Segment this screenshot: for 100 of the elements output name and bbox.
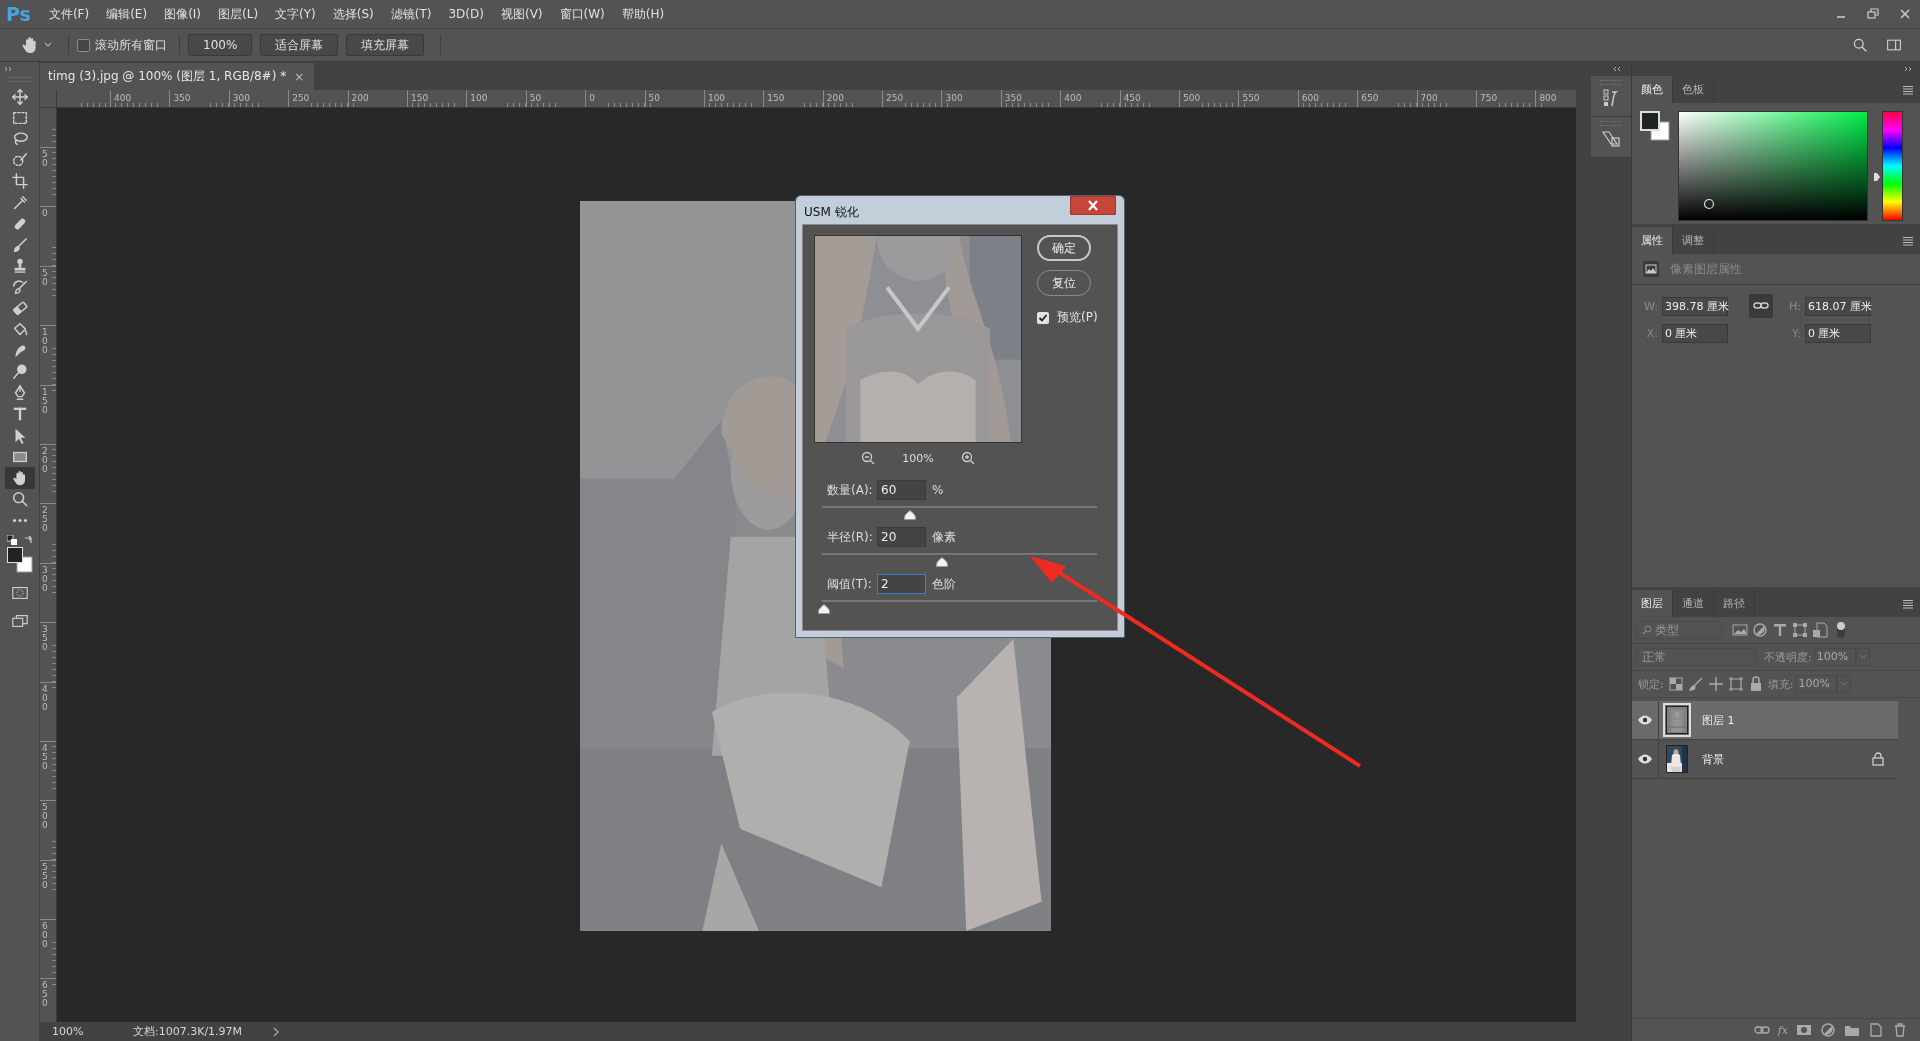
ruler-label: 250 bbox=[42, 506, 48, 534]
field-label: 填充: bbox=[1767, 676, 1794, 692]
effects-button[interactable]: fx bbox=[1777, 1023, 1788, 1037]
ruler-label: 350 bbox=[42, 625, 48, 653]
zoom-icon bbox=[10, 490, 29, 509]
dialog-button[interactable]: 复位 bbox=[1037, 270, 1091, 296]
ruler-label: 450 bbox=[1123, 93, 1141, 103]
ruler-label: 500 bbox=[42, 803, 48, 831]
ruler-label: 150 bbox=[410, 93, 429, 103]
ruler-label: 500 bbox=[1183, 93, 1201, 103]
type-filter-icon[interactable] bbox=[1771, 621, 1789, 639]
panel-menu-icon[interactable] bbox=[1902, 84, 1914, 95]
brush-icon[interactable] bbox=[1686, 675, 1705, 693]
ruler-label: 50 bbox=[42, 268, 48, 287]
hue-spectrum[interactable] bbox=[1882, 111, 1903, 221]
chevron-right-icon[interactable] bbox=[273, 1026, 279, 1037]
input-field[interactable]: 398.78 厘米 bbox=[1662, 296, 1728, 316]
input-field[interactable]: 618.07 厘米 bbox=[1805, 296, 1871, 316]
panel-menu-icon[interactable] bbox=[1902, 598, 1914, 609]
smart-object-filter-icon[interactable] bbox=[1811, 621, 1829, 639]
artboard-icon[interactable] bbox=[1726, 675, 1745, 693]
menu-item[interactable]: 滤镜(T) bbox=[390, 5, 432, 23]
input-field[interactable]: 0 厘米 bbox=[1805, 324, 1871, 343]
layer-row[interactable]: 背景 bbox=[1632, 740, 1898, 779]
menu-item[interactable]: 选择(S) bbox=[332, 5, 374, 23]
menu-item[interactable]: 视图(V) bbox=[500, 5, 543, 23]
eye-icon[interactable] bbox=[1637, 714, 1653, 726]
mask-icon[interactable] bbox=[1796, 1022, 1812, 1038]
panel-tab[interactable]: 颜色 bbox=[1632, 76, 1673, 103]
layer-name: 背景 bbox=[1702, 751, 1724, 767]
restore-icon[interactable] bbox=[1866, 7, 1880, 21]
new-layer-icon[interactable] bbox=[1868, 1022, 1884, 1038]
menu-item[interactable]: 编辑(E) bbox=[106, 5, 148, 23]
menu-item[interactable]: 3D(D) bbox=[448, 7, 484, 21]
ruler-label: 300 bbox=[232, 93, 250, 103]
ruler-label: 100 bbox=[470, 93, 488, 103]
panel-tab[interactable]: 调整 bbox=[1673, 227, 1714, 254]
tool-button[interactable] bbox=[4, 467, 35, 489]
input-field[interactable]: 0 厘米 bbox=[1662, 324, 1728, 343]
color-swatches-icon[interactable] bbox=[6, 546, 33, 573]
adjustment-icon[interactable] bbox=[1820, 1022, 1836, 1038]
panel-tab[interactable]: 属性 bbox=[1632, 227, 1673, 254]
ruler-label: 700 bbox=[1420, 93, 1438, 103]
close-button[interactable] bbox=[1070, 196, 1116, 215]
toolbar-button[interactable]: 适合屏幕 bbox=[260, 34, 339, 56]
checkbox[interactable] bbox=[77, 38, 90, 52]
workspace-icon[interactable] bbox=[1886, 37, 1902, 53]
ruler-label: 600 bbox=[42, 922, 48, 950]
adjustment-filter-icon[interactable] bbox=[1751, 621, 1769, 639]
history-icon[interactable] bbox=[1601, 88, 1621, 108]
fill-field[interactable]: 100% bbox=[1795, 675, 1838, 693]
panel-tab[interactable]: 通道 bbox=[1673, 590, 1714, 617]
collapse-icon[interactable] bbox=[4, 66, 14, 72]
color-field[interactable] bbox=[1678, 111, 1868, 221]
default-colors-icon[interactable] bbox=[6, 534, 17, 545]
ruler-label: 50 bbox=[529, 93, 542, 103]
color-swatches-icon[interactable] bbox=[1640, 111, 1670, 141]
lock-transparency-icon[interactable] bbox=[1666, 675, 1685, 693]
shape-filter-icon[interactable] bbox=[1791, 621, 1809, 639]
filter-toggle-icon[interactable] bbox=[1836, 621, 1846, 639]
ruler-label: 600 bbox=[1301, 93, 1319, 103]
menu-item[interactable]: 帮助(H) bbox=[621, 5, 665, 23]
eye-icon[interactable] bbox=[1637, 753, 1653, 765]
caret-icon[interactable] bbox=[44, 41, 52, 49]
checkbox-label: 滚动所有窗口 bbox=[95, 36, 167, 54]
panel-menu-icon[interactable] bbox=[1902, 235, 1914, 246]
expand-icon[interactable] bbox=[1904, 66, 1914, 72]
close-icon[interactable] bbox=[1898, 7, 1912, 21]
toolbar-button[interactable]: 填充屏幕 bbox=[346, 34, 425, 56]
menu-item[interactable]: 文字(Y) bbox=[275, 5, 316, 23]
panel-tab[interactable]: 路径 bbox=[1714, 590, 1755, 617]
dodge-icon bbox=[10, 363, 29, 382]
properties-icon[interactable] bbox=[1601, 129, 1621, 149]
menu-item[interactable]: 窗口(W) bbox=[559, 5, 605, 23]
document-info: 文档:1007.3K/1.97M bbox=[133, 1024, 243, 1039]
search-icon[interactable] bbox=[1852, 37, 1868, 53]
ruler-label: 300 bbox=[945, 93, 963, 103]
menu-item[interactable]: 文件(F) bbox=[48, 5, 90, 23]
trash-icon[interactable] bbox=[1892, 1022, 1908, 1038]
ruler-label: 350 bbox=[173, 93, 191, 103]
panel-tab[interactable]: 图层 bbox=[1632, 590, 1673, 617]
swap-colors-icon[interactable] bbox=[22, 534, 33, 545]
ruler-label: 150 bbox=[42, 387, 48, 415]
document-tab[interactable]: timg (3).jpg @ 100% (图层 1, RGB/8#) * × bbox=[40, 63, 315, 90]
tab-close-button[interactable]: × bbox=[294, 69, 305, 84]
dialog-button[interactable]: 确定 bbox=[1037, 235, 1091, 261]
eraser-icon bbox=[10, 299, 29, 318]
layer-row[interactable]: 图层 1 bbox=[1632, 701, 1898, 740]
link-icon[interactable] bbox=[1749, 294, 1773, 318]
hue-pointer-icon[interactable] bbox=[1874, 173, 1880, 181]
panel-tab[interactable]: 色板 bbox=[1673, 76, 1714, 103]
menu-item[interactable]: 图像(I) bbox=[164, 5, 202, 23]
history-brush-icon bbox=[10, 278, 29, 297]
toolbar-button[interactable]: 100% bbox=[188, 34, 253, 56]
color-picker-marker-icon bbox=[1703, 198, 1715, 210]
opacity-field[interactable]: 100% bbox=[1813, 648, 1856, 666]
collapse-icon[interactable] bbox=[1611, 66, 1621, 72]
image-filter-icon[interactable] bbox=[1731, 621, 1749, 639]
menu-item[interactable]: 图层(L) bbox=[218, 5, 259, 23]
move-icon[interactable] bbox=[1706, 675, 1725, 693]
